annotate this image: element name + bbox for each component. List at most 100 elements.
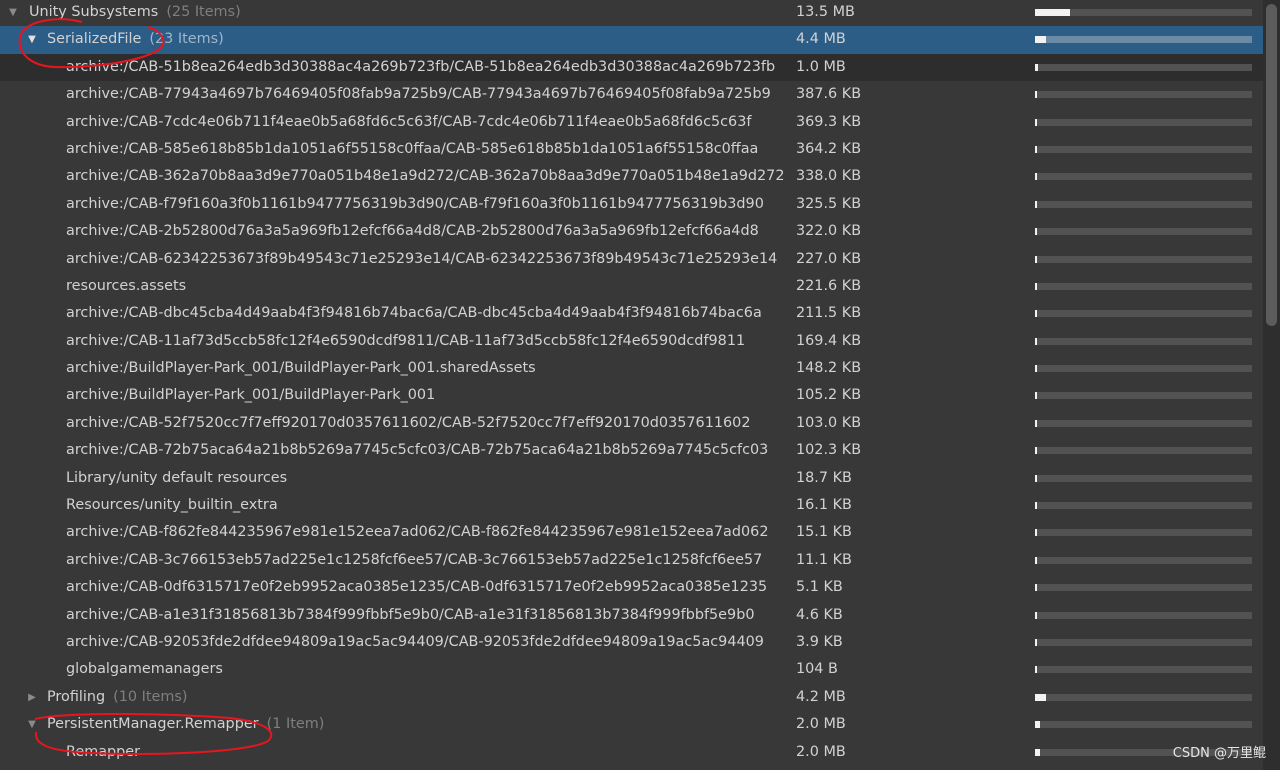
- tree-row-file[interactable]: resources.assets 221.6 KB: [0, 273, 1263, 300]
- serializedfile-children: archive:/CAB-51b8ea264edb3d30388ac4a269b…: [0, 53, 1263, 684]
- usage-bar-fill: [1035, 310, 1037, 318]
- usage-bar: [1035, 255, 1252, 263]
- row-size: 105.2 KB: [796, 387, 862, 404]
- tree-row-file[interactable]: archive:/CAB-51b8ea264edb3d30388ac4a269b…: [0, 53, 1263, 82]
- usage-bar: [1035, 556, 1252, 564]
- usage-bar: [1035, 118, 1252, 126]
- row-size: 387.6 KB: [796, 86, 862, 103]
- row-label: archive:/BuildPlayer-Park_001/BuildPlaye…: [66, 360, 536, 377]
- tree-row-file[interactable]: archive:/CAB-72b75aca64a21b8b5269a7745c5…: [0, 437, 1263, 464]
- usage-bar: [1035, 666, 1252, 674]
- tree-row-file[interactable]: archive:/CAB-2b52800d76a3a5a969fb12efcf6…: [0, 218, 1263, 245]
- usage-bar: [1035, 392, 1252, 400]
- tree-row-file[interactable]: archive:/CAB-f79f160a3f0b1161b9477756319…: [0, 191, 1263, 218]
- usage-bar: [1035, 693, 1252, 701]
- tree-row-file[interactable]: archive:/CAB-62342253673f89b49543c71e252…: [0, 246, 1263, 273]
- row-label: Library/unity default resources: [66, 469, 288, 486]
- row-size: 3.9 KB: [796, 633, 843, 650]
- vertical-scrollbar[interactable]: [1263, 0, 1280, 770]
- item-count: (1 Item): [266, 716, 325, 733]
- row-label: archive:/CAB-dbc45cba4d49aab4f3f94816b74…: [66, 305, 762, 322]
- usage-bar-fill: [1035, 282, 1037, 290]
- triangle-right-icon[interactable]: ▶: [25, 684, 39, 711]
- row-size: 322.0 KB: [796, 223, 862, 240]
- tree-row-unity-subsystems[interactable]: ▼ Unity Subsystems (25 Items) 13.5 MB: [0, 0, 1263, 26]
- tree-row-file[interactable]: archive:/CAB-7cdc4e06b711f4eae0b5a68fd6c…: [0, 109, 1263, 136]
- tree-row-file[interactable]: archive:/CAB-0df6315717e0f2eb9952aca0385…: [0, 574, 1263, 601]
- usage-bar: [1035, 91, 1252, 99]
- row-label: archive:/CAB-a1e31f31856813b7384f999fbbf…: [66, 606, 755, 623]
- tree-row-persistentmanager-remapper[interactable]: ▼ PersistentManager.Remapper (1 Item) 2.0…: [0, 711, 1263, 738]
- usage-bar-fill: [1035, 419, 1037, 427]
- tree-row-file[interactable]: archive:/CAB-362a70b8aa3d9e770a051b48e1a…: [0, 163, 1263, 190]
- usage-bar: [1035, 173, 1252, 181]
- triangle-down-icon[interactable]: ▼: [25, 711, 39, 738]
- usage-bar-fill: [1035, 200, 1037, 208]
- triangle-down-icon[interactable]: ▼: [6, 0, 20, 26]
- row-label: Profiling: [47, 688, 106, 705]
- tree-row-file[interactable]: archive:/CAB-f862fe844235967e981e152eea7…: [0, 519, 1263, 546]
- row-label: archive:/CAB-585e618b85b1da1051a6f55158c…: [66, 140, 759, 157]
- usage-bar: [1035, 282, 1252, 290]
- tree-row-profiling[interactable]: ▶ Profiling (10 Items) 4.2 MB: [0, 684, 1263, 711]
- tree-row-file[interactable]: archive:/CAB-92053fde2dfdee94809a19ac5ac…: [0, 629, 1263, 656]
- tree-row-remapper[interactable]: Remapper 2.0 MB: [0, 739, 1263, 766]
- usage-bar-fill: [1035, 638, 1037, 646]
- tree-row-file[interactable]: archive:/CAB-dbc45cba4d49aab4f3f94816b74…: [0, 300, 1263, 327]
- usage-bar-fill: [1035, 63, 1038, 71]
- row-label: SerializedFile: [47, 31, 142, 48]
- usage-bar: [1035, 502, 1252, 510]
- usage-bar: [1035, 474, 1252, 482]
- scrollbar-thumb[interactable]: [1266, 4, 1277, 326]
- item-count: (23 Items): [149, 31, 224, 48]
- row-size: 4.4 MB: [796, 31, 846, 48]
- row-size: 2.0 MB: [796, 716, 846, 733]
- row-size: 11.1 KB: [796, 551, 852, 568]
- row-label: archive:/CAB-51b8ea264edb3d30388ac4a269b…: [66, 58, 776, 75]
- usage-bar-fill: [1035, 337, 1037, 345]
- row-size: 16.1 KB: [796, 497, 852, 514]
- tree-row-file[interactable]: Resources/unity_builtin_extra 16.1 KB: [0, 492, 1263, 519]
- row-size: 15.1 KB: [796, 524, 852, 541]
- tree-row-file[interactable]: archive:/BuildPlayer-Park_001/BuildPlaye…: [0, 382, 1263, 409]
- row-label: archive:/CAB-62342253673f89b49543c71e252…: [66, 250, 778, 267]
- tree-row-file[interactable]: globalgamemanagers 104 B: [0, 656, 1263, 683]
- memory-tree: ▼ Unity Subsystems (25 Items) 13.5 MB ▼ S…: [0, 0, 1263, 766]
- triangle-down-icon[interactable]: ▼: [25, 26, 39, 53]
- row-label: archive:/CAB-11af73d5ccb58fc12f4e6590dcd…: [66, 332, 746, 349]
- usage-bar-fill: [1035, 392, 1037, 400]
- item-count: (25 Items): [166, 4, 241, 20]
- row-label: archive:/CAB-f862fe844235967e981e152eea7…: [66, 524, 769, 541]
- row-size: 211.5 KB: [796, 305, 862, 322]
- tree-row-file[interactable]: archive:/CAB-3c766153eb57ad225e1c1258fcf…: [0, 547, 1263, 574]
- usage-bar-fill: [1035, 502, 1037, 510]
- usage-bar-fill: [1035, 556, 1037, 564]
- row-size: 364.2 KB: [796, 140, 862, 157]
- tree-row-file[interactable]: Library/unity default resources 18.7 KB: [0, 465, 1263, 492]
- row-size: 169.4 KB: [796, 332, 862, 349]
- row-size: 148.2 KB: [796, 360, 862, 377]
- usage-bar-fill: [1035, 474, 1037, 482]
- row-size: 1.0 MB: [796, 58, 846, 75]
- row-label: archive:/CAB-3c766153eb57ad225e1c1258fcf…: [66, 551, 763, 568]
- usage-bar-fill: [1035, 611, 1037, 619]
- usage-bar: [1035, 228, 1252, 236]
- row-label: archive:/CAB-7cdc4e06b711f4eae0b5a68fd6c…: [66, 113, 752, 130]
- usage-bar-fill: [1035, 36, 1046, 44]
- tree-row-file[interactable]: archive:/CAB-a1e31f31856813b7384f999fbbf…: [0, 602, 1263, 629]
- row-size: 18.7 KB: [796, 469, 852, 486]
- usage-bar: [1035, 365, 1252, 373]
- row-size: 104 B: [796, 661, 838, 678]
- row-size: 338.0 KB: [796, 168, 862, 185]
- tree-row-file[interactable]: archive:/CAB-52f7520cc7f7eff920170d03576…: [0, 410, 1263, 437]
- usage-bar-fill: [1035, 9, 1070, 16]
- tree-row-file[interactable]: archive:/BuildPlayer-Park_001/BuildPlaye…: [0, 355, 1263, 382]
- tree-row-serializedfile[interactable]: ▼ SerializedFile (23 Items) 4.4 MB: [0, 26, 1263, 54]
- tree-row-file[interactable]: archive:/CAB-585e618b85b1da1051a6f55158c…: [0, 136, 1263, 163]
- usage-bar-fill: [1035, 145, 1037, 153]
- row-label: Unity Subsystems: [29, 4, 159, 20]
- tree-row-file[interactable]: archive:/CAB-77943a4697b76469405f08fab9a…: [0, 81, 1263, 108]
- tree-row-file[interactable]: archive:/CAB-11af73d5ccb58fc12f4e6590dcd…: [0, 328, 1263, 355]
- usage-bar-fill: [1035, 721, 1041, 729]
- row-size: 325.5 KB: [796, 195, 862, 212]
